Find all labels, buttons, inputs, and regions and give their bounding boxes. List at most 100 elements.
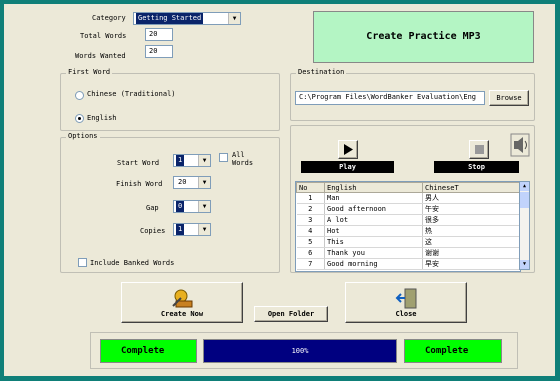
chevron-down-icon[interactable]: ▼ — [198, 155, 210, 166]
close-label: Close — [395, 310, 417, 318]
stop-icon — [475, 145, 484, 154]
cell-chinese: 谢谢 — [422, 247, 520, 259]
create-now-icon — [172, 289, 193, 308]
cell-chinese: 早安 — [422, 258, 520, 270]
column-header[interactable]: No — [296, 182, 325, 193]
finish-word-label: Finish Word — [116, 180, 163, 188]
open-folder-button[interactable]: Open Folder — [254, 306, 328, 322]
include-banked-label: Include Banked Words — [90, 259, 175, 267]
cell-no: 3 — [296, 214, 325, 226]
cell-english: Hot — [324, 225, 423, 237]
column-header[interactable]: ChineseT — [422, 182, 520, 193]
category-label: Category — [92, 14, 126, 22]
cell-english: A lot — [324, 214, 423, 226]
status-right: Complete — [404, 339, 502, 363]
word-list-table[interactable]: No English ChineseT 1 Man 男人 2 Good afterno… — [295, 181, 521, 272]
destination-group-label: Destination — [296, 68, 347, 76]
all-words-label-1: All — [232, 151, 245, 159]
start-word-value: 1 — [176, 155, 185, 166]
status-panel: Complete 100% Complete — [90, 332, 518, 369]
cell-no: 2 — [296, 203, 325, 215]
options-group: Options Start Word 1 ▼ All Words Finish … — [60, 132, 280, 273]
table-row[interactable]: 7 Good morning 早安 — [296, 258, 520, 270]
destination-path-field[interactable]: C:\Program Files\WordBanker Evaluation\E… — [295, 91, 485, 105]
word-list-panel: Play Stop No English ChineseT 1 Man 男人 2… — [290, 125, 535, 273]
radio-chinese[interactable] — [75, 91, 84, 100]
play-label[interactable]: Play — [301, 161, 394, 173]
stop-button[interactable] — [469, 140, 489, 159]
table-row[interactable]: 4 Hot 热 — [296, 225, 520, 237]
table-row[interactable]: 6 Thank you 谢谢 — [296, 247, 520, 259]
first-word-group: First Word Chinese (Traditional) English — [60, 68, 280, 131]
radio-english[interactable] — [75, 114, 84, 123]
close-button[interactable]: Close — [345, 282, 467, 323]
copies-select[interactable]: 1 ▼ — [173, 223, 211, 236]
gap-value: 0 — [176, 201, 185, 212]
radio-english-label: English — [87, 114, 117, 122]
table-row[interactable]: 3A lot 很多 — [296, 214, 520, 226]
cell-no: 5 — [296, 236, 325, 248]
cell-english: Man — [324, 192, 423, 204]
cell-chinese: 热 — [422, 225, 520, 237]
main-window: Category Getting Started ▼ Total Words 2… — [4, 4, 555, 376]
gap-select[interactable]: 0 ▼ — [173, 200, 211, 213]
destination-group: Destination C:\Program Files\WordBanker … — [290, 68, 535, 121]
cell-english: Good afternoon — [324, 203, 423, 215]
stop-label[interactable]: Stop — [434, 161, 519, 173]
cell-no: 1 — [296, 192, 325, 204]
column-header[interactable]: English — [324, 182, 423, 193]
copies-label: Copies — [140, 227, 166, 235]
cell-no: 6 — [296, 247, 325, 259]
all-words-checkbox[interactable] — [219, 153, 228, 162]
create-now-label: Create Now — [160, 310, 204, 318]
radio-chinese-label: Chinese (Traditional) — [87, 90, 176, 98]
category-value: Getting Started — [136, 13, 204, 24]
cell-no: 4 — [296, 225, 325, 237]
chevron-down-icon[interactable]: ▼ — [198, 224, 210, 235]
copies-value: 1 — [176, 224, 185, 235]
play-button[interactable] — [338, 140, 358, 159]
cell-no: 7 — [296, 258, 325, 270]
window-frame: Category Getting Started ▼ Total Words 2… — [0, 0, 560, 381]
table-row[interactable]: 1 Man 男人 — [296, 192, 520, 204]
status-left: Complete — [100, 339, 197, 363]
browse-button[interactable]: Browse — [489, 90, 529, 106]
cell-chinese: 午安 — [422, 203, 520, 215]
total-words-label: Total Words — [80, 32, 127, 40]
cell-english: Thank you — [324, 247, 423, 259]
options-group-label: Options — [66, 132, 100, 140]
table-header-row: No English ChineseT — [296, 182, 520, 193]
all-words-label-2: Words — [232, 159, 254, 167]
exit-door-icon — [395, 288, 417, 309]
words-wanted-field[interactable]: 20 — [145, 45, 173, 58]
cell-chinese: 很多 — [422, 214, 520, 226]
table-row[interactable]: 5 This 这 — [296, 236, 520, 248]
finish-word-value: 20 — [178, 178, 187, 186]
first-word-group-label: First Word — [66, 68, 113, 76]
vertical-scrollbar[interactable]: ▲ ▼ — [519, 181, 530, 270]
start-word-select[interactable]: 1 ▼ — [173, 154, 211, 167]
cell-chinese: 男人 — [422, 192, 520, 204]
table-row[interactable]: 2 Good afternoon 午安 — [296, 203, 520, 215]
cell-chinese: 这 — [422, 236, 520, 248]
category-select[interactable]: Getting Started ▼ — [133, 12, 241, 25]
create-practice-mp3-button[interactable]: Create Practice MP3 — [313, 11, 534, 63]
play-icon — [344, 144, 353, 155]
chevron-down-icon[interactable]: ▼ — [198, 201, 210, 212]
include-banked-checkbox[interactable] — [78, 258, 87, 267]
cell-english: This — [324, 236, 423, 248]
speaker-icon[interactable] — [509, 132, 531, 158]
words-wanted-label: Words Wanted — [75, 52, 126, 60]
create-now-button[interactable]: Create Now — [121, 282, 243, 323]
start-word-label: Start Word — [117, 159, 160, 167]
scroll-down-icon[interactable]: ▼ — [520, 260, 529, 269]
gap-label: Gap — [146, 204, 159, 212]
total-words-field[interactable]: 20 — [145, 28, 173, 41]
scroll-thumb[interactable] — [520, 192, 529, 208]
chevron-down-icon[interactable]: ▼ — [228, 13, 240, 24]
cell-english: Good morning — [324, 258, 423, 270]
finish-word-select[interactable]: 20 ▼ — [173, 176, 211, 189]
scroll-up-icon[interactable]: ▲ — [520, 182, 529, 191]
progress-bar: 100% — [203, 339, 397, 363]
chevron-down-icon[interactable]: ▼ — [198, 177, 210, 188]
